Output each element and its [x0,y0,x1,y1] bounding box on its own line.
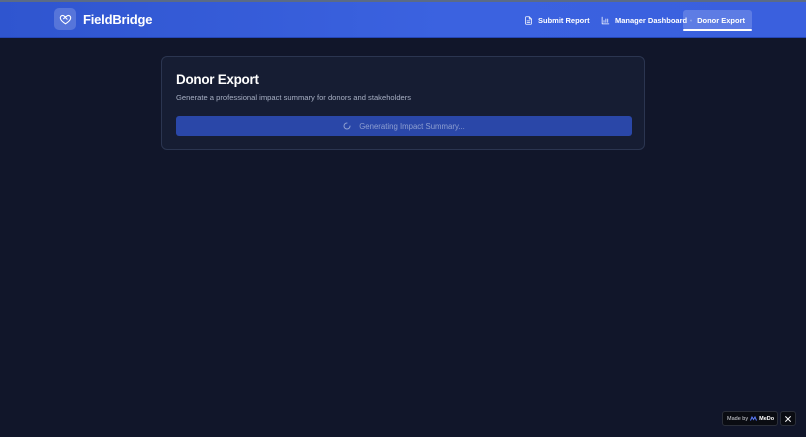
generate-summary-button[interactable]: Generating Impact Summary... [176,116,632,136]
nav-donor-export[interactable]: Donor Export [683,10,752,31]
nav-manager-dashboard[interactable]: Manager Dashboard [594,10,694,30]
nav-submit-report[interactable]: Submit Report [517,10,597,30]
nav-manager-dashboard-label: Manager Dashboard [615,15,688,25]
document-icon [525,15,532,25]
brand-name[interactable]: FieldBridge [83,12,153,27]
badge-close-button[interactable] [780,411,796,426]
nav-submit-report-label: Submit Report [538,15,590,25]
brand-logo[interactable] [54,8,76,30]
medo-logo-icon [750,416,758,421]
made-by-label: Made by [727,415,749,422]
heart-handshake-icon [59,14,71,24]
spinner-icon [343,122,351,130]
donor-export-card: Donor Export Generate a professional imp… [161,56,645,150]
close-icon [785,415,791,422]
bar-chart-icon [601,16,610,24]
made-by-brand: MeDo [759,415,775,422]
page-title: Donor Export [176,72,259,87]
app-header: FieldBridge Submit Report Manager Dashbo… [0,2,806,38]
made-by-badge[interactable]: Made by MeDo [722,411,778,426]
generate-summary-label: Generating Impact Summary... [359,121,465,131]
page-subtitle: Generate a professional impact summary f… [176,93,412,102]
heart-handshake-icon [690,19,692,21]
nav-donor-export-label: Donor Export [697,15,745,25]
